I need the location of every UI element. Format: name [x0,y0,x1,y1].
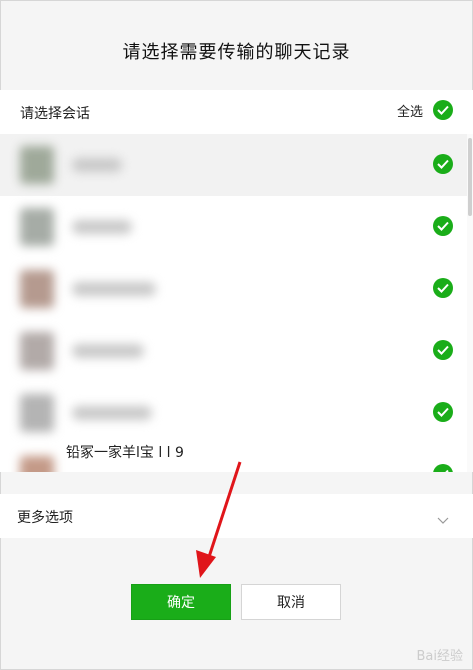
avatar [20,146,54,184]
check-circle-icon[interactable] [433,340,453,360]
conversation-row[interactable] [0,258,473,320]
conversation-row[interactable] [0,134,473,196]
conversation-name-blurred [72,282,156,296]
conversation-name-blurred [72,344,144,358]
avatar [20,332,54,370]
avatar [20,270,54,308]
conversation-name-blurred [72,158,122,172]
chevron-down-icon [437,510,449,529]
conversation-name-blurred [72,220,132,234]
avatar [20,456,54,472]
conversation-name-blurred [72,406,152,420]
conversation-list: 铅冢一家羊l宝 l l 9 [0,134,473,472]
select-conversations-bar: 请选择会话 全选 [0,90,473,134]
check-circle-icon[interactable] [433,402,453,422]
more-options-label: 更多选项 [17,510,73,526]
conversation-row[interactable] [0,382,473,444]
dialog-title: 请选择需要传输的聊天记录 [122,42,351,63]
check-circle-icon[interactable] [433,278,453,298]
check-circle-icon[interactable] [433,154,453,174]
check-circle-icon[interactable] [433,216,453,236]
scrollbar-thumb[interactable] [468,138,472,216]
conversation-row[interactable]: 铅冢一家羊l宝 l l 9 [0,444,473,472]
more-options-row[interactable]: 更多选项 [0,494,473,538]
conversation-row[interactable] [0,196,473,258]
check-circle-icon[interactable] [433,100,453,120]
select-all-toggle[interactable]: 全选 [397,100,453,120]
select-conversations-label: 请选择会话 [20,106,90,122]
avatar [20,208,54,246]
conversation-name: 铅冢一家羊l宝 l l 9 [66,445,184,461]
conversation-row[interactable] [0,320,473,382]
check-circle-icon[interactable] [433,464,453,472]
watermark-text: Bai经验 [416,649,464,664]
select-all-label: 全选 [396,104,423,120]
cancel-button[interactable]: 取消 [241,584,341,620]
avatar [20,394,54,432]
confirm-button[interactable]: 确定 [131,584,231,620]
